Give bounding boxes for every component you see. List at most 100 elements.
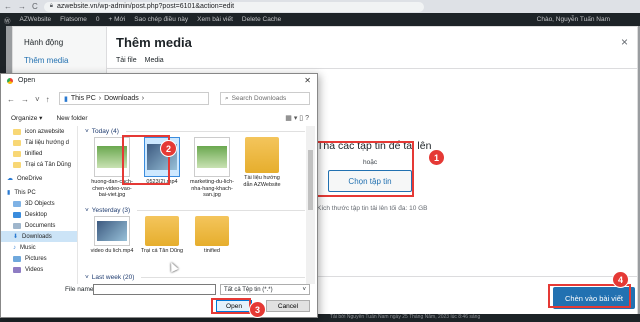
wordpress-icon[interactable]: Ⓦ xyxy=(4,15,11,25)
chevron-down-icon: ˅ xyxy=(85,128,89,135)
forward-icon[interactable]: → xyxy=(18,2,26,11)
admin-bar-user[interactable]: Chào, Nguyễn Tuấn Nam xyxy=(537,16,640,23)
cancel-button[interactable]: Cancel xyxy=(266,300,310,312)
group-header-today[interactable]: ˅ Today (4) xyxy=(81,126,305,137)
file-item[interactable]: marketing-du-lich-nha-hang-khach-san.jpg xyxy=(189,137,235,205)
chevron-down-icon: ˅ xyxy=(85,274,89,281)
nav-item-label: icon azwebsite xyxy=(25,128,65,135)
nav-item-label: Desktop xyxy=(25,211,48,218)
nav-item-label: 3D Objects xyxy=(25,200,55,207)
nav-item-music[interactable]: ♪ Music xyxy=(1,242,77,253)
reload-icon[interactable]: C xyxy=(32,2,38,11)
nav-item-label: Music xyxy=(20,244,36,251)
close-icon[interactable]: × xyxy=(621,35,628,49)
folder-item[interactable]: Tài liệu hướng dẫn AZWebsite xyxy=(239,137,285,205)
back-arrow-icon[interactable]: ← xyxy=(7,95,15,104)
dialog-close-icon[interactable]: ✕ xyxy=(304,76,311,85)
file-type-value: Tất cả Tệp tin (*.*) xyxy=(224,286,273,293)
back-icon[interactable]: ← xyxy=(4,2,12,11)
pc-icon: ▮ xyxy=(7,190,11,196)
chevron-right-icon: › xyxy=(98,95,102,102)
search-downloads-input[interactable]: ⌕ Search Downloads xyxy=(220,92,310,105)
file-name: marketing-du-lich-nha-hang-khach-san.jpg xyxy=(189,179,234,198)
new-folder-button[interactable]: New folder xyxy=(56,115,87,122)
scrollbar-thumb[interactable] xyxy=(308,150,313,210)
forward-arrow-icon[interactable]: → xyxy=(21,95,29,104)
file-type-select[interactable]: Tất cả Tệp tin (*.*) ˅ xyxy=(220,284,310,295)
nav-item-label: tinified xyxy=(25,150,43,157)
admin-bar-item-delete-cache[interactable]: Delete Cache xyxy=(242,16,281,23)
admin-bar-item-new[interactable]: + Mới xyxy=(109,16,126,23)
open-file-dialog: Open ✕ ← → ˅ ↑ ▮ This PC › Downloads › ⌕… xyxy=(0,73,318,318)
view-options-icon[interactable]: ▦ ▾ ▯ ? xyxy=(285,114,309,122)
group-header-last-week[interactable]: ˅ Last week (20) xyxy=(81,272,305,283)
tab-media-library[interactable]: Media xyxy=(145,57,164,64)
folder-icon xyxy=(13,200,21,207)
videos-icon xyxy=(13,266,21,273)
nav-item-label: Pictures xyxy=(25,255,47,262)
group-today-tiles: huong-dan-cach-chen-video-vao-bai-viet.j… xyxy=(81,137,305,205)
nav-item-label: Videos xyxy=(25,266,44,273)
modal-title: Thêm media xyxy=(116,35,192,50)
nav-item-downloads[interactable]: ⬇ Downloads xyxy=(1,231,77,242)
file-name: Tài liệu hướng dẫn AZWebsite xyxy=(243,175,281,188)
desktop-icon xyxy=(13,211,21,218)
folder-icon xyxy=(13,139,21,146)
step-marker-1: 1 xyxy=(428,149,445,166)
file-name: tinified xyxy=(204,248,220,254)
file-list-scrollbar[interactable] xyxy=(306,126,315,284)
nav-item-documents[interactable]: Documents xyxy=(1,220,77,231)
admin-bar-item-site[interactable]: AZWebsite xyxy=(20,16,52,23)
nav-item-tinified[interactable]: tinified xyxy=(1,148,77,159)
status-text: Tải bởi Nguyễn Tuấn Nam ngày 25 Tháng Nă… xyxy=(330,314,481,320)
nav-item-3d-objects[interactable]: 3D Objects xyxy=(1,198,77,209)
group-yesterday-tiles: video du lich.mp4 Trại cá Tân Dũng tinif… xyxy=(81,216,305,272)
download-icon: ⬇ xyxy=(13,234,19,240)
step-marker-2: 2 xyxy=(160,140,177,157)
path-breadcrumb[interactable]: ▮ This PC › Downloads › xyxy=(59,92,209,105)
folder-icon xyxy=(245,137,279,173)
group-header-yesterday[interactable]: ˅ Yesterday (3) xyxy=(81,205,305,216)
nav-item-trai-ca[interactable]: Trại cá Tân Dũng xyxy=(1,159,77,170)
folder-item[interactable]: tinified xyxy=(189,216,235,272)
nav-item-pictures[interactable]: Pictures xyxy=(1,253,77,264)
group-label: Today (4) xyxy=(91,128,119,135)
group-label: Last week (20) xyxy=(91,274,135,281)
organize-button[interactable]: Organize ▾ xyxy=(11,114,42,122)
address-bar[interactable]: 🔒︎ azwebsite.vn/wp-admin/post.php?post=6… xyxy=(43,1,424,12)
pc-icon: ▮ xyxy=(64,95,68,103)
folder-item[interactable]: Trại cá Tân Dũng xyxy=(139,216,185,272)
admin-bar-item-comments[interactable]: 0 xyxy=(96,16,100,23)
nav-item-label: This PC xyxy=(14,189,36,196)
nav-item-tai-lieu[interactable]: Tài liệu hướng d xyxy=(1,137,77,148)
nav-item-desktop[interactable]: Desktop xyxy=(1,209,77,220)
menu-item-add-media[interactable]: Thêm media xyxy=(24,56,68,65)
nav-item-onedrive[interactable]: ☁ OneDrive xyxy=(1,173,77,184)
up-arrow-icon[interactable]: ↑ xyxy=(46,95,50,104)
nav-item-icon-azwebsite[interactable]: icon azwebsite xyxy=(1,126,77,137)
search-icon: ⌕ xyxy=(225,94,229,102)
documents-icon xyxy=(13,222,21,229)
file-name: Trại cá Tân Dũng xyxy=(140,248,184,254)
nav-item-this-pc[interactable]: ▮ This PC xyxy=(1,187,77,198)
admin-bar-item-theme[interactable]: Flatsome xyxy=(60,16,87,23)
file-name-input[interactable] xyxy=(93,284,216,295)
nav-item-label: Trại cá Tân Dũng xyxy=(25,161,72,168)
modal-tabs: Tải file Media xyxy=(116,57,164,64)
nav-item-label: OneDrive xyxy=(17,175,43,182)
nav-item-videos[interactable]: Videos xyxy=(1,264,77,275)
path-root[interactable]: This PC xyxy=(71,95,96,102)
url-text: azwebsite.vn/wp-admin/post.php?post=6101… xyxy=(56,3,235,10)
nav-item-label: Downloads xyxy=(22,233,52,240)
recent-dropdown-icon[interactable]: ˅ xyxy=(35,95,40,104)
folder-icon xyxy=(145,216,179,246)
dialog-toolbar: Organize ▾ New folder ▦ ▾ ▯ ? xyxy=(1,111,317,125)
image-thumbnail xyxy=(194,137,230,177)
file-list: ˅ Today (4) huong-dan-cach-chen-video-vao… xyxy=(81,126,305,284)
chevron-right-icon: › xyxy=(141,95,145,102)
path-folder[interactable]: Downloads xyxy=(104,95,139,102)
admin-bar-item-duplicate[interactable]: Sao chép điều này xyxy=(134,16,188,23)
file-item[interactable]: video du lich.mp4 xyxy=(89,216,135,272)
admin-bar-item-view-post[interactable]: Xem bài viết xyxy=(197,16,233,23)
tab-upload-files[interactable]: Tải file xyxy=(116,57,137,64)
